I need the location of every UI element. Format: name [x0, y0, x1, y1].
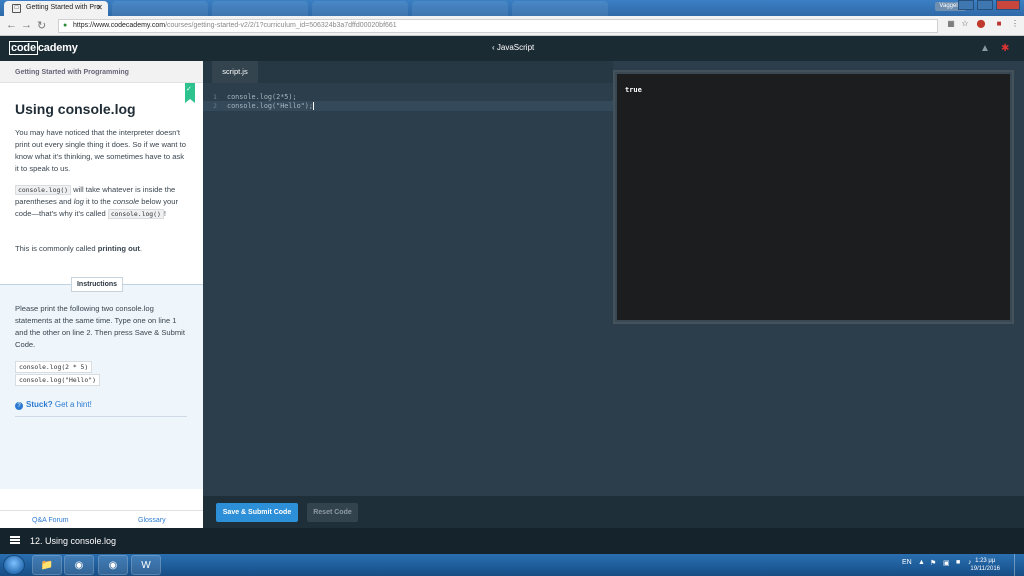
network-icon[interactable]: ▣	[943, 559, 950, 567]
reload-icon[interactable]: ↻	[37, 19, 46, 32]
qa-forum-link[interactable]: Q&A Forum	[32, 517, 69, 524]
windows-taskbar: 📁 ◉ ◉ W EN ▲ ⚑ ▣ ■ ♪ 1:23 μμ 19/11/2016	[0, 554, 1024, 576]
editor-tab-bar: script.js	[203, 61, 613, 83]
back-arrow-icon[interactable]: ←	[6, 19, 17, 31]
course-title: Getting Started with Programming	[0, 61, 203, 83]
close-tab-icon[interactable]: ✕	[96, 3, 103, 12]
code-example-1: console.log(2 * 5)	[15, 361, 93, 373]
flag-icon[interactable]: ⚑	[930, 559, 936, 567]
extension-icon[interactable]: ■	[994, 19, 1004, 29]
codecademy-logo[interactable]: code cademy	[9, 41, 78, 55]
hamburger-menu-icon[interactable]	[10, 536, 20, 544]
browser-tab-active[interactable]: □ Getting Started with Pro ✕	[4, 1, 108, 16]
start-button[interactable]	[3, 555, 25, 575]
text-cursor	[312, 102, 314, 110]
check-icon: ✓	[186, 86, 192, 93]
browser-tabstrip: □ Getting Started with Pro ✕ Vaggelis	[0, 0, 1024, 16]
language-indicator[interactable]: EN	[902, 559, 912, 566]
hint-link[interactable]: ? Stuck? Get a hint!	[15, 400, 92, 410]
forward-arrow-icon[interactable]: →	[21, 19, 32, 31]
maximize-button[interactable]	[977, 0, 993, 10]
reset-code-button[interactable]: Reset Code	[307, 503, 358, 522]
question-icon: ?	[15, 402, 23, 410]
code-line[interactable]: console.log(2*5);	[227, 93, 297, 101]
window-controls	[958, 0, 1020, 10]
word-icon[interactable]: W	[131, 555, 161, 575]
line-number: 1	[213, 93, 217, 101]
system-clock[interactable]: 1:23 μμ 19/11/2016	[970, 557, 1000, 573]
browser-tab-label: Getting Started with Pro	[26, 4, 101, 11]
breadcrumb-label: JavaScript	[496, 43, 535, 52]
address-bar: ← → ↻ ● https://www.codecademy.com/cours…	[0, 16, 1024, 36]
code-line[interactable]: console.log("Hello");	[227, 102, 314, 110]
url-path: /courses/getting-started-v2/2/1?curricul…	[165, 22, 397, 29]
console-text: true	[625, 86, 642, 94]
divider	[15, 416, 187, 417]
instructions-text: Please print the following two console.l…	[15, 304, 185, 349]
lesson-paragraph-3: This is commonly called printing out.	[15, 244, 143, 253]
code-example-2: console.log("Hello")	[15, 374, 100, 386]
current-lesson-title[interactable]: 12. Using console.log	[30, 536, 116, 546]
breadcrumb[interactable]: ‹ JavaScript	[492, 43, 534, 52]
lock-icon: ●	[63, 22, 68, 29]
browser-tab[interactable]	[512, 1, 608, 16]
lesson-paragraph-1: You may have noticed that the interprete…	[15, 128, 186, 173]
app-header: code cademy ‹ JavaScript ▲ ✱	[0, 37, 1024, 61]
instructions-section: Instructions Please print the following …	[0, 277, 203, 489]
translate-icon[interactable]: ▦	[946, 19, 956, 29]
lesson-title: Using console.log	[15, 101, 136, 117]
show-desktop-button[interactable]	[1014, 554, 1024, 576]
editor-toolbar: Save & Submit Code Reset Code	[203, 496, 1024, 528]
chrome-icon[interactable]: ◉	[64, 555, 94, 575]
tray-arrow-icon[interactable]: ▲	[918, 559, 925, 566]
menu-dots-icon[interactable]: ⋮	[1010, 19, 1020, 29]
console-output: true	[613, 70, 1014, 324]
line-number: 2	[213, 102, 217, 110]
file-explorer-icon[interactable]: 📁	[32, 555, 62, 575]
minimize-button[interactable]	[958, 0, 974, 10]
url-host: https://www.codecademy.com	[73, 22, 166, 29]
browser-tab[interactable]	[112, 1, 208, 16]
lesson-footer: Q&A Forum Glossary	[0, 510, 203, 528]
avatar[interactable]: ✱	[1001, 43, 1009, 54]
firefox-icon[interactable]: ◉	[98, 555, 128, 575]
lesson-paragraph-2: console.log() will take whatever is insi…	[15, 185, 178, 219]
url-input[interactable]: ● https://www.codecademy.com/courses/get…	[58, 19, 938, 33]
clock-time: 1:23 μμ	[975, 558, 996, 564]
clock-date: 19/11/2016	[970, 566, 1000, 572]
power-icon[interactable]: ■	[956, 559, 960, 566]
page-icon: □	[12, 4, 21, 13]
browser-tab[interactable]	[212, 1, 308, 16]
lesson-panel: Getting Started with Programming ✓ Using…	[0, 61, 203, 528]
star-icon[interactable]: ☆	[960, 19, 970, 29]
file-tab-script-js[interactable]: script.js	[212, 61, 258, 83]
completed-badge: ✓	[185, 83, 195, 103]
save-submit-button[interactable]: Save & Submit Code	[216, 503, 298, 522]
adblock-icon[interactable]: ⬤	[976, 19, 986, 29]
browser-tab[interactable]	[412, 1, 508, 16]
browser-tab[interactable]	[312, 1, 408, 16]
glossary-link[interactable]: Glossary	[138, 517, 166, 524]
instructions-tab[interactable]: Instructions	[71, 277, 123, 292]
lesson-nav-bar: 12. Using console.log	[0, 528, 1024, 554]
close-window-button[interactable]	[996, 0, 1020, 10]
notification-bell-icon[interactable]: ▲	[980, 43, 990, 54]
